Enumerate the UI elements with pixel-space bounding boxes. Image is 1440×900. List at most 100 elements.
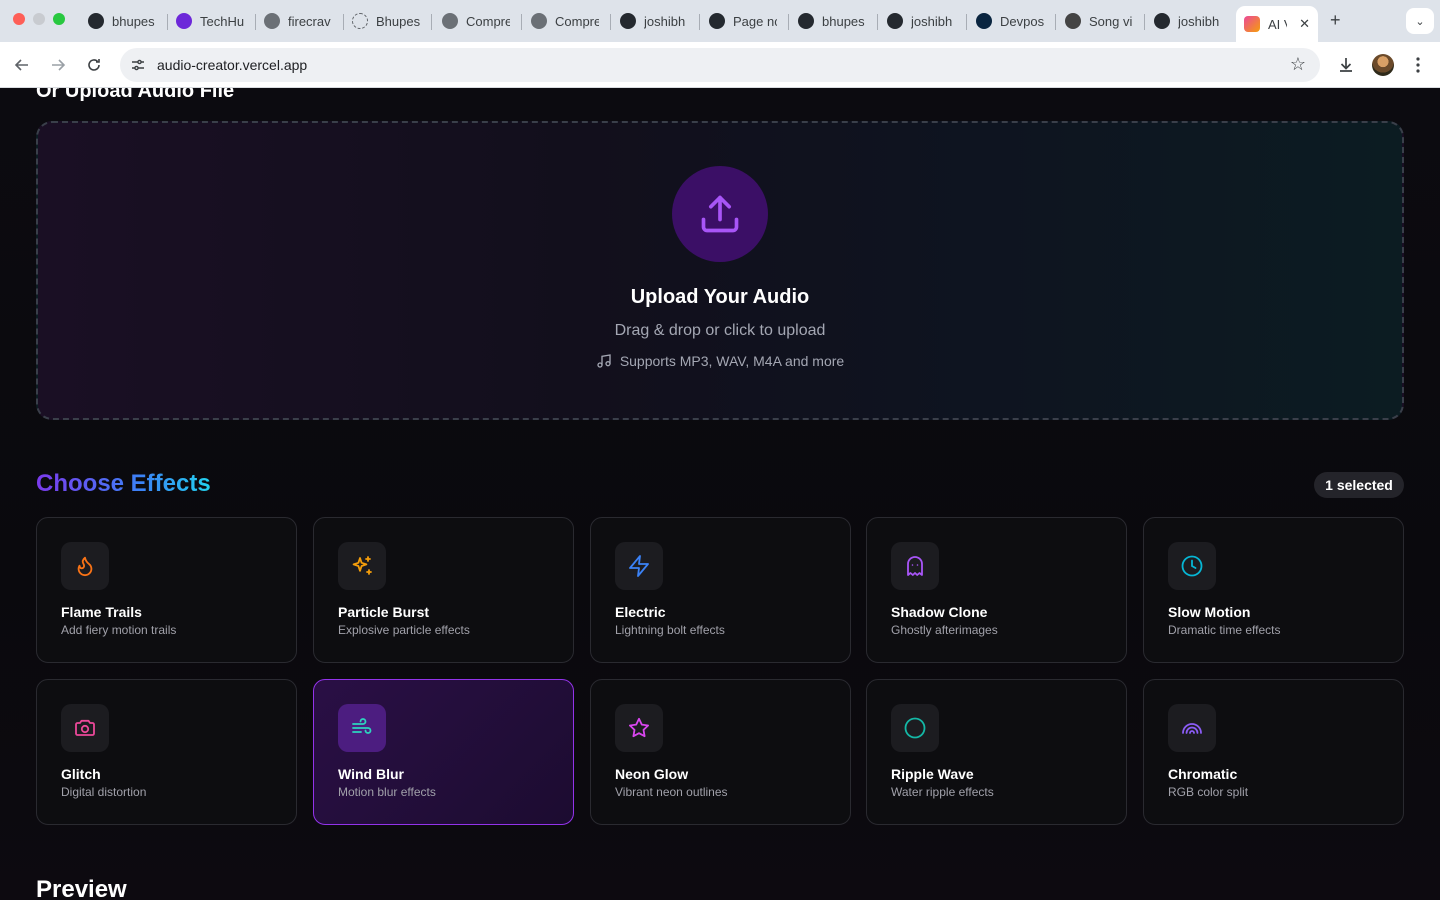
effect-card-flame-trails[interactable]: Flame Trails Add fiery motion trails: [36, 517, 297, 663]
effect-card-ripple-wave[interactable]: Ripple Wave Water ripple effects: [866, 679, 1127, 825]
arrow-left-icon: [14, 59, 28, 71]
maximize-window-button[interactable]: [53, 13, 65, 25]
app-icon: [1244, 16, 1260, 32]
reload-button[interactable]: [82, 53, 106, 77]
site-settings-icon[interactable]: [130, 57, 146, 73]
effect-card-particle-burst[interactable]: Particle Burst Explosive particle effect…: [313, 517, 574, 663]
browser-toolbar: audio-creator.vercel.app ☆: [0, 42, 1440, 88]
address-bar[interactable]: audio-creator.vercel.app ☆: [120, 48, 1320, 82]
new-tab-button[interactable]: +: [1330, 10, 1341, 31]
github-icon: [620, 13, 636, 29]
rainbow-icon: [1182, 723, 1202, 734]
browser-tab[interactable]: Page nc: [701, 6, 789, 36]
globe-icon: [531, 13, 547, 29]
globe-icon: [442, 13, 458, 29]
download-icon: [1340, 58, 1352, 72]
clock-icon: [1181, 555, 1203, 577]
effect-card-neon-glow[interactable]: Neon Glow Vibrant neon outlines: [590, 679, 851, 825]
upload-icon: [701, 195, 739, 233]
page-content: Or Upload Audio File Upload Your Audio D…: [0, 88, 1440, 900]
profile-avatar[interactable]: [1372, 54, 1394, 76]
effect-name: Neon Glow: [615, 766, 689, 782]
url-text: audio-creator.vercel.app: [157, 57, 308, 73]
upload-title: Upload Your Audio: [630, 286, 810, 308]
browser-tab[interactable]: bhupes: [80, 6, 168, 36]
browser-tab[interactable]: firecrav: [256, 6, 344, 36]
effect-card-glitch[interactable]: Glitch Digital distortion: [36, 679, 297, 825]
reload-icon: [88, 59, 100, 71]
supported-formats-text: Supports MP3, WAV, M4A and more: [619, 353, 845, 369]
tab-search-button[interactable]: ⌄: [1406, 8, 1434, 34]
effect-card-chromatic[interactable]: Chromatic RGB color split: [1143, 679, 1404, 825]
effect-name: Particle Burst: [338, 604, 430, 620]
loading-icon: [352, 13, 368, 29]
openai-icon: [1065, 13, 1081, 29]
browser-menu-button[interactable]: [1406, 53, 1430, 77]
effect-description: Vibrant neon outlines: [615, 785, 728, 799]
circle-icon: [904, 717, 926, 739]
audio-dropzone[interactable]: Upload Your Audio Drag & drop or click t…: [36, 121, 1404, 420]
github-icon: [1154, 13, 1170, 29]
browser-tab-active[interactable]: AI V✕: [1236, 6, 1318, 42]
minimize-window-button[interactable]: [33, 13, 45, 25]
effect-card-slow-motion[interactable]: Slow Motion Dramatic time effects: [1143, 517, 1404, 663]
effect-card-wind-blur[interactable]: Wind Blur Motion blur effects: [313, 679, 574, 825]
wind-icon: [352, 718, 372, 734]
effect-name: Wind Blur: [338, 766, 404, 782]
effect-description: Motion blur effects: [338, 785, 436, 799]
effect-card-electric[interactable]: Electric Lightning bolt effects: [590, 517, 851, 663]
close-tab-icon[interactable]: ✕: [1299, 16, 1310, 32]
selected-count-badge: 1 selected: [1314, 472, 1404, 498]
camera-icon: [75, 719, 95, 736]
browser-tab[interactable]: Devpos: [968, 6, 1056, 36]
browser-tab[interactable]: Bhupes: [344, 6, 432, 36]
flame-icon: [77, 556, 93, 577]
download-button[interactable]: [1334, 53, 1358, 77]
effect-name: Glitch: [61, 766, 101, 782]
back-button[interactable]: [10, 53, 34, 77]
browser-tab-bar: bhupes TechHu firecrav Bhupes Compre Com…: [0, 0, 1440, 42]
forward-button[interactable]: [46, 53, 70, 77]
more-vert-icon: [1416, 57, 1420, 73]
effect-description: RGB color split: [1168, 785, 1249, 799]
effect-description: Add fiery motion trails: [61, 623, 177, 637]
bookmark-star-icon[interactable]: ☆: [1290, 54, 1306, 75]
browser-tab[interactable]: TechHu: [168, 6, 256, 36]
effect-card-shadow-clone[interactable]: Shadow Clone Ghostly afterimages: [866, 517, 1127, 663]
browser-tab[interactable]: Compre: [434, 6, 522, 36]
upload-subtitle: Drag & drop or click to upload: [614, 322, 826, 339]
upload-section-heading: Or Upload Audio File: [36, 88, 235, 102]
browser-tab[interactable]: joshibh: [612, 6, 700, 36]
supported-formats: Supports MP3, WAV, M4A and more: [38, 353, 1402, 369]
browser-tab[interactable]: Song vi: [1057, 6, 1145, 36]
effect-name: Chromatic: [1168, 766, 1238, 782]
effect-name: Ripple Wave: [891, 766, 974, 782]
effect-name: Shadow Clone: [891, 604, 988, 620]
globe-icon: [264, 13, 280, 29]
devpost-icon: [976, 13, 992, 29]
github-icon: [798, 13, 814, 29]
upload-icon-circle: [672, 166, 768, 262]
github-icon: [709, 13, 725, 29]
zap-icon: [629, 555, 649, 577]
music-note-icon: [597, 354, 611, 368]
effect-description: Lightning bolt effects: [615, 623, 725, 637]
sparkles-icon: [352, 556, 372, 575]
github-icon: [88, 13, 104, 29]
star-icon: [629, 717, 649, 738]
effect-name: Slow Motion: [1168, 604, 1251, 620]
effect-name: Flame Trails: [61, 604, 142, 620]
effect-description: Dramatic time effects: [1168, 623, 1281, 637]
arrow-right-icon: [52, 59, 66, 71]
browser-tab[interactable]: joshibh: [879, 6, 967, 36]
techhub-icon: [176, 13, 192, 29]
browser-tab[interactable]: Compre: [523, 6, 611, 36]
github-icon: [887, 13, 903, 29]
effect-name: Electric: [615, 604, 666, 620]
effect-description: Explosive particle effects: [338, 623, 470, 637]
effects-section-title: Choose Effects: [36, 470, 211, 497]
close-window-button[interactable]: [13, 13, 25, 25]
browser-tab[interactable]: joshibh: [1146, 6, 1234, 36]
preview-section-title: Preview: [36, 876, 127, 900]
browser-tab[interactable]: bhupes: [790, 6, 878, 36]
